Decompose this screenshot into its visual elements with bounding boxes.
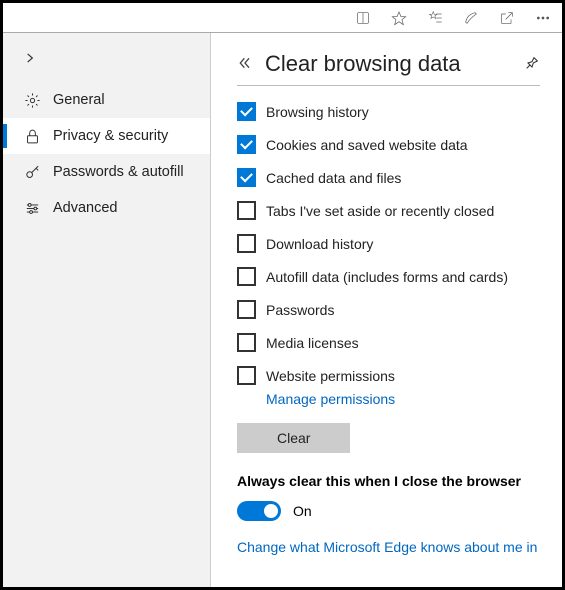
main-header: Clear browsing data <box>237 51 540 77</box>
option-label: Website permissions <box>266 368 395 384</box>
gear-icon <box>23 91 41 109</box>
checkbox-icon[interactable] <box>237 300 256 319</box>
checkbox-icon[interactable] <box>237 366 256 385</box>
toggle-switch[interactable] <box>237 501 281 521</box>
back-double-icon[interactable] <box>237 55 253 74</box>
sidebar-item-privacy-security[interactable]: Privacy & security <box>3 118 210 154</box>
option-tabs-set-aside[interactable]: Tabs I've set aside or recently closed <box>237 201 540 220</box>
option-label: Cached data and files <box>266 170 401 186</box>
option-download-history[interactable]: Download history <box>237 234 540 253</box>
option-label: Media licenses <box>266 335 359 351</box>
option-browsing-history[interactable]: Browsing history <box>237 102 540 121</box>
favorite-star-icon[interactable] <box>386 5 412 31</box>
always-clear-label: Always clear this when I close the brows… <box>237 473 540 489</box>
option-label: Passwords <box>266 302 334 318</box>
page-title: Clear browsing data <box>265 51 512 77</box>
favorites-list-icon[interactable] <box>422 5 448 31</box>
titlebar <box>3 3 562 33</box>
option-passwords[interactable]: Passwords <box>237 300 540 319</box>
option-label: Tabs I've set aside or recently closed <box>266 203 494 219</box>
change-what-edge-knows-link[interactable]: Change what Microsoft Edge knows about m… <box>237 539 540 555</box>
option-cached-data[interactable]: Cached data and files <box>237 168 540 187</box>
clear-button[interactable]: Clear <box>237 423 350 453</box>
checkbox-icon[interactable] <box>237 234 256 253</box>
sidebar: General Privacy & security Passwords & a… <box>3 33 211 587</box>
option-label: Browsing history <box>266 104 369 120</box>
sidebar-item-label: Advanced <box>53 200 118 216</box>
key-icon <box>23 163 41 181</box>
content-area: General Privacy & security Passwords & a… <box>3 33 562 587</box>
sidebar-back-button[interactable] <box>3 43 210 82</box>
pin-icon[interactable] <box>524 55 540 74</box>
sliders-icon <box>23 199 41 217</box>
more-icon[interactable] <box>530 5 556 31</box>
option-autofill-data[interactable]: Autofill data (includes forms and cards) <box>237 267 540 286</box>
manage-permissions-link[interactable]: Manage permissions <box>266 391 540 407</box>
always-clear-toggle-row: On <box>237 501 540 521</box>
option-label: Cookies and saved website data <box>266 137 468 153</box>
toggle-state-label: On <box>293 503 312 519</box>
checkbox-icon[interactable] <box>237 135 256 154</box>
sidebar-item-label: Passwords & autofill <box>53 164 184 180</box>
checkbox-icon[interactable] <box>237 333 256 352</box>
reading-view-icon[interactable] <box>350 5 376 31</box>
option-label: Download history <box>266 236 373 252</box>
sidebar-item-general[interactable]: General <box>3 82 210 118</box>
option-media-licenses[interactable]: Media licenses <box>237 333 540 352</box>
option-website-permissions[interactable]: Website permissions <box>237 366 540 385</box>
notes-icon[interactable] <box>458 5 484 31</box>
option-cookies[interactable]: Cookies and saved website data <box>237 135 540 154</box>
checkbox-icon[interactable] <box>237 267 256 286</box>
main-panel: Clear browsing data Browsing history Coo… <box>211 33 562 587</box>
lock-icon <box>23 127 41 145</box>
checkbox-icon[interactable] <box>237 168 256 187</box>
sidebar-item-label: Privacy & security <box>53 128 168 144</box>
option-label: Autofill data (includes forms and cards) <box>266 269 508 285</box>
sidebar-item-passwords-autofill[interactable]: Passwords & autofill <box>3 154 210 190</box>
sidebar-item-advanced[interactable]: Advanced <box>3 190 210 226</box>
divider <box>237 85 540 86</box>
sidebar-item-label: General <box>53 92 105 108</box>
checkbox-icon[interactable] <box>237 201 256 220</box>
share-icon[interactable] <box>494 5 520 31</box>
checkbox-icon[interactable] <box>237 102 256 121</box>
